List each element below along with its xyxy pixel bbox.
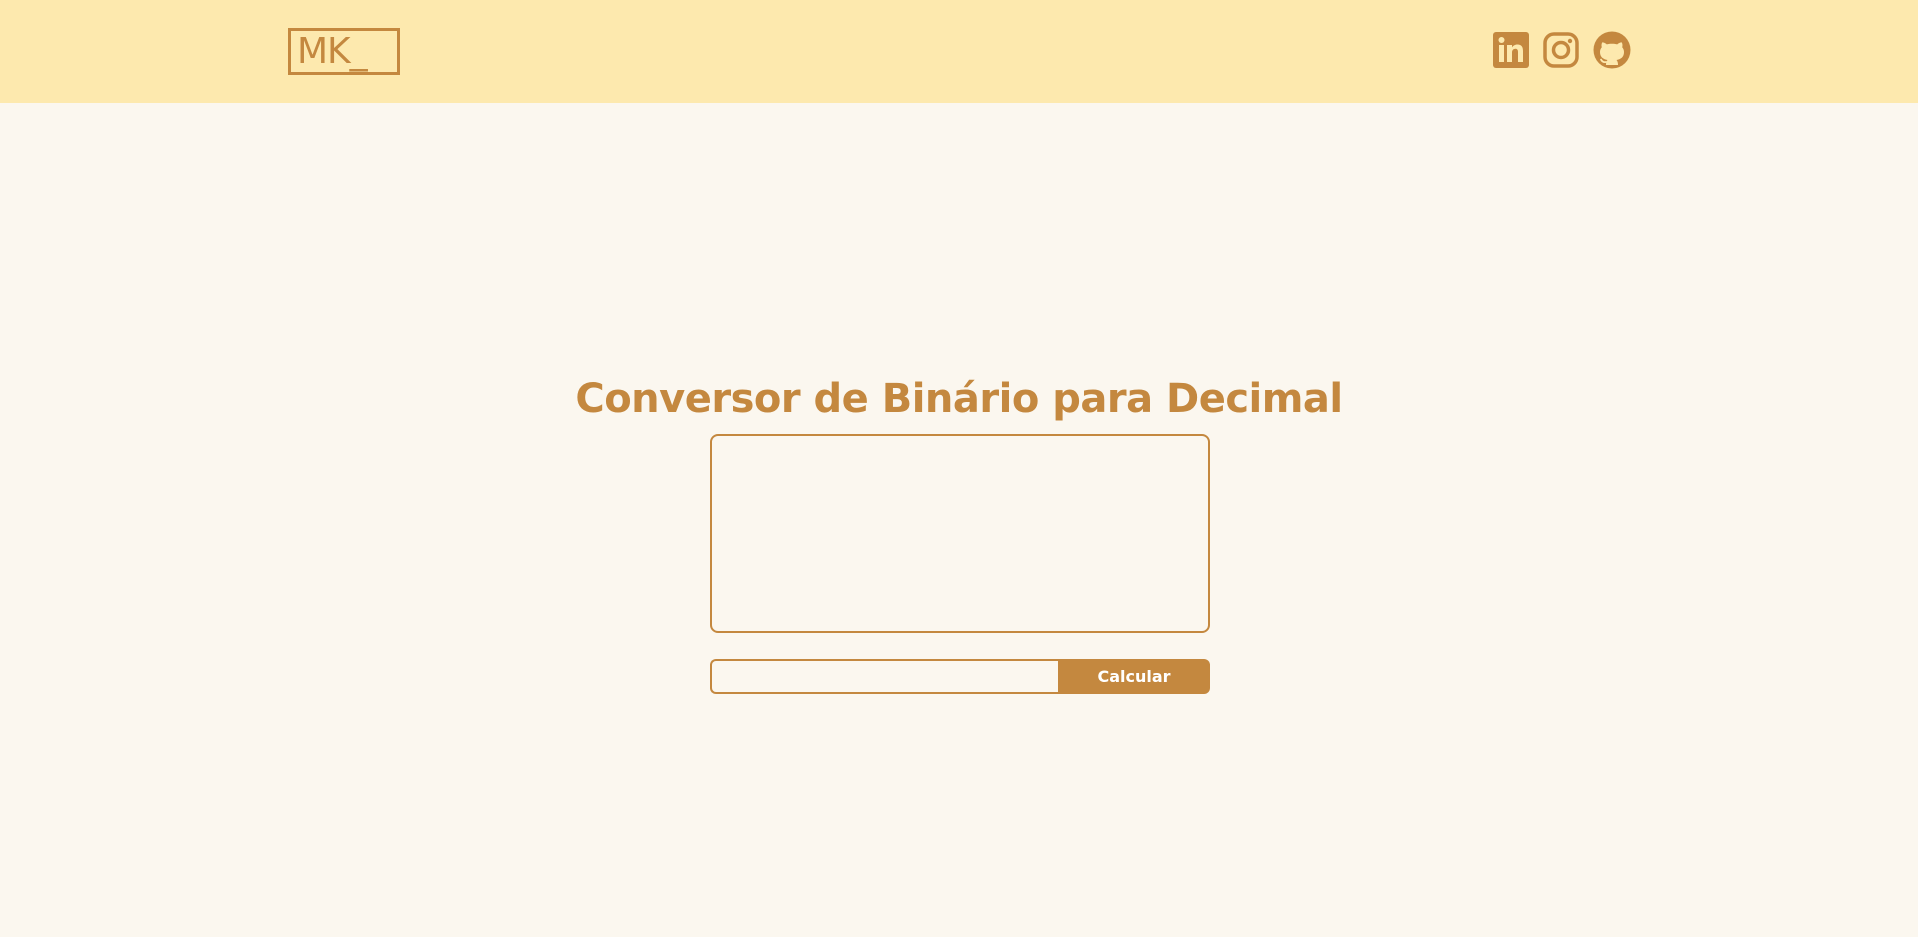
github-link[interactable]	[1593, 31, 1631, 69]
calculate-button[interactable]: Calcular	[1058, 659, 1210, 694]
logo-text: MK_	[297, 31, 368, 72]
site-logo[interactable]: MK_	[288, 28, 400, 75]
linkedin-icon	[1492, 31, 1530, 69]
instagram-icon	[1542, 31, 1580, 69]
result-row: Calcular	[710, 659, 1210, 694]
result-field[interactable]	[710, 659, 1060, 694]
instagram-link[interactable]	[1542, 31, 1580, 69]
github-icon	[1593, 31, 1631, 69]
linkedin-link[interactable]	[1492, 31, 1530, 69]
site-header: MK_	[0, 0, 1918, 103]
binary-input[interactable]	[710, 434, 1210, 633]
page-title: Conversor de Binário para Decimal	[575, 375, 1343, 422]
